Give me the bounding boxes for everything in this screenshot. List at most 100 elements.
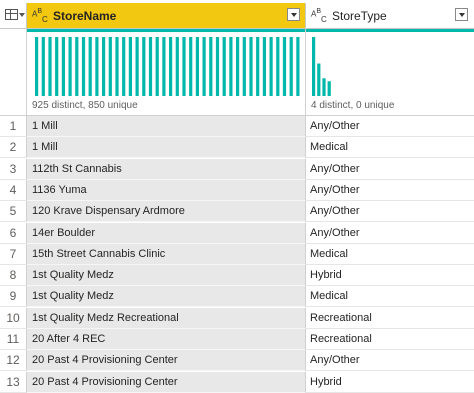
distribution-bar (55, 37, 59, 96)
cell-storename[interactable]: 1st Quality Medz (27, 265, 306, 287)
distribution-bar (115, 37, 119, 96)
cell-storename[interactable]: 1 Mill (27, 116, 306, 137)
table-row[interactable]: 8 1st Quality Medz Hybrid (0, 265, 474, 287)
distribution-bar (262, 37, 266, 96)
table-row[interactable]: 21 Mill Medical (0, 137, 474, 159)
distribution-chart (35, 37, 300, 96)
table-row[interactable]: 3 112th St Cannabis Any/Other (0, 158, 474, 180)
cell-storetype[interactable]: Recreational (306, 308, 474, 329)
distribution-bar (81, 37, 86, 96)
cell-storename[interactable]: 1st Quality Medz Recreational (27, 307, 306, 329)
cell-storetype[interactable]: Any/Other (306, 201, 474, 223)
distribution-bar (195, 37, 199, 96)
table-icon (5, 9, 18, 20)
table-row[interactable]: 11 20 After 4 REC Recreational (0, 329, 474, 350)
cell-storetype[interactable]: Recreational (306, 329, 474, 350)
cell-storename[interactable]: 20 Past 4 Provisioning Center (27, 371, 306, 393)
text-type-icon: ABC (311, 8, 327, 24)
row-number: 2 (0, 137, 27, 159)
row-number: 11 (0, 329, 27, 350)
distribution-bar (209, 37, 213, 96)
text-type-icon: ABC (32, 8, 48, 24)
column-header-storetype[interactable]: ABC StoreType (306, 3, 474, 29)
distribution-bar (189, 37, 193, 96)
distribution-bar (242, 37, 246, 96)
distribution-bar (102, 37, 106, 96)
cell-storename[interactable]: 20 Past 4 Provisioning Center (27, 350, 306, 372)
cell-storetype[interactable]: Medical (306, 137, 474, 159)
table-row[interactable]: 5 120 Krave Dispensary Ardmore Any/Other (0, 201, 474, 223)
distribution-bar (35, 37, 39, 96)
distribution-bar (182, 37, 186, 96)
distribution-bar (322, 78, 326, 96)
cell-storetype[interactable]: Any/Other (306, 159, 474, 180)
column-profile-storetype: 4 distinct, 0 unique (306, 29, 474, 116)
table-row[interactable]: 9 1st Quality Medz Medical (0, 286, 474, 308)
row-number: 8 (0, 265, 27, 287)
cell-storename[interactable]: 15th Street Cannabis Clinic (27, 243, 306, 265)
table-row[interactable]: 10 1st Quality Medz Recreational Recreatio… (0, 307, 474, 329)
table-row[interactable]: 12 20 Past 4 Provisioning Center Any/Other (0, 350, 474, 372)
filter-dropdown-button[interactable] (455, 8, 468, 21)
distribution-chart (312, 37, 331, 96)
row-number: 12 (0, 350, 27, 372)
distribution-bar (289, 37, 293, 96)
distribution-bar (312, 37, 316, 96)
table-row[interactable]: 11 Mill Any/Other (0, 116, 474, 137)
column-header-label: StoreName (53, 9, 117, 23)
distribution-bar (249, 37, 253, 96)
distribution-bar (108, 37, 112, 96)
distribution-bar (222, 37, 226, 96)
cell-storetype[interactable]: Medical (306, 286, 474, 308)
cell-storename[interactable]: 1136 Yuma (27, 179, 306, 201)
row-number: 4 (0, 179, 27, 201)
row-number: 6 (0, 222, 27, 244)
distribution-bar (256, 37, 260, 96)
profile-corner (0, 29, 27, 116)
distribution-bar (269, 37, 273, 96)
distribution-bar (155, 37, 159, 96)
distinct-count-label: 4 distinct, 0 unique (311, 100, 395, 111)
distribution-bar (142, 37, 146, 96)
distribution-bar (327, 81, 331, 96)
cell-storetype[interactable]: Medical (306, 244, 474, 265)
column-header-storename[interactable]: ABC StoreName (27, 3, 306, 29)
row-number: 13 (0, 371, 27, 393)
table-row[interactable]: 4 1136 Yuma Any/Other (0, 179, 474, 201)
column-profile-storename: 925 distinct, 850 unique (27, 29, 306, 116)
distribution-bar (135, 37, 139, 96)
distribution-bar (88, 37, 92, 96)
distribution-bar (61, 37, 65, 96)
table-row[interactable]: 7 15th Street Cannabis Clinic Medical (0, 243, 474, 265)
distribution-bar (95, 37, 99, 96)
cell-storetype[interactable]: Any/Other (306, 116, 474, 137)
cell-storename[interactable]: 120 Krave Dispensary Ardmore (27, 201, 306, 223)
distribution-bar (229, 37, 233, 96)
cell-storename[interactable]: 1st Quality Medz (27, 286, 306, 308)
cell-storename[interactable]: 1 Mill (27, 137, 306, 159)
row-number: 7 (0, 243, 27, 265)
distribution-bar (162, 37, 166, 96)
cell-storetype[interactable]: Any/Other (306, 180, 474, 201)
distribution-bar (215, 37, 220, 96)
distribution-bar (41, 37, 45, 96)
cell-storename[interactable]: 112th St Cannabis (27, 158, 306, 180)
distribution-bar (122, 37, 126, 96)
distribution-bar (317, 63, 321, 96)
table-row[interactable]: 6 14er Boulder Any/Other (0, 222, 474, 244)
cell-storetype[interactable]: Hybrid (306, 265, 474, 287)
cell-storetype[interactable]: Any/Other (306, 223, 474, 244)
distribution-bar (148, 37, 153, 96)
distribution-bar (276, 37, 280, 96)
row-number: 10 (0, 307, 27, 329)
cell-storename[interactable]: 14er Boulder (27, 222, 306, 244)
distribution-bar (296, 37, 300, 96)
cell-storetype[interactable]: Any/Other (306, 350, 474, 372)
cell-storename[interactable]: 20 After 4 REC (27, 329, 306, 350)
table-menu-button[interactable] (0, 3, 27, 29)
table-row[interactable]: 13 20 Past 4 Provisioning Center Hybrid (0, 371, 474, 393)
cell-storetype[interactable]: Hybrid (306, 372, 474, 393)
column-header-label: StoreType (332, 9, 387, 23)
distribution-bar (75, 37, 79, 96)
filter-dropdown-button[interactable] (287, 8, 300, 21)
